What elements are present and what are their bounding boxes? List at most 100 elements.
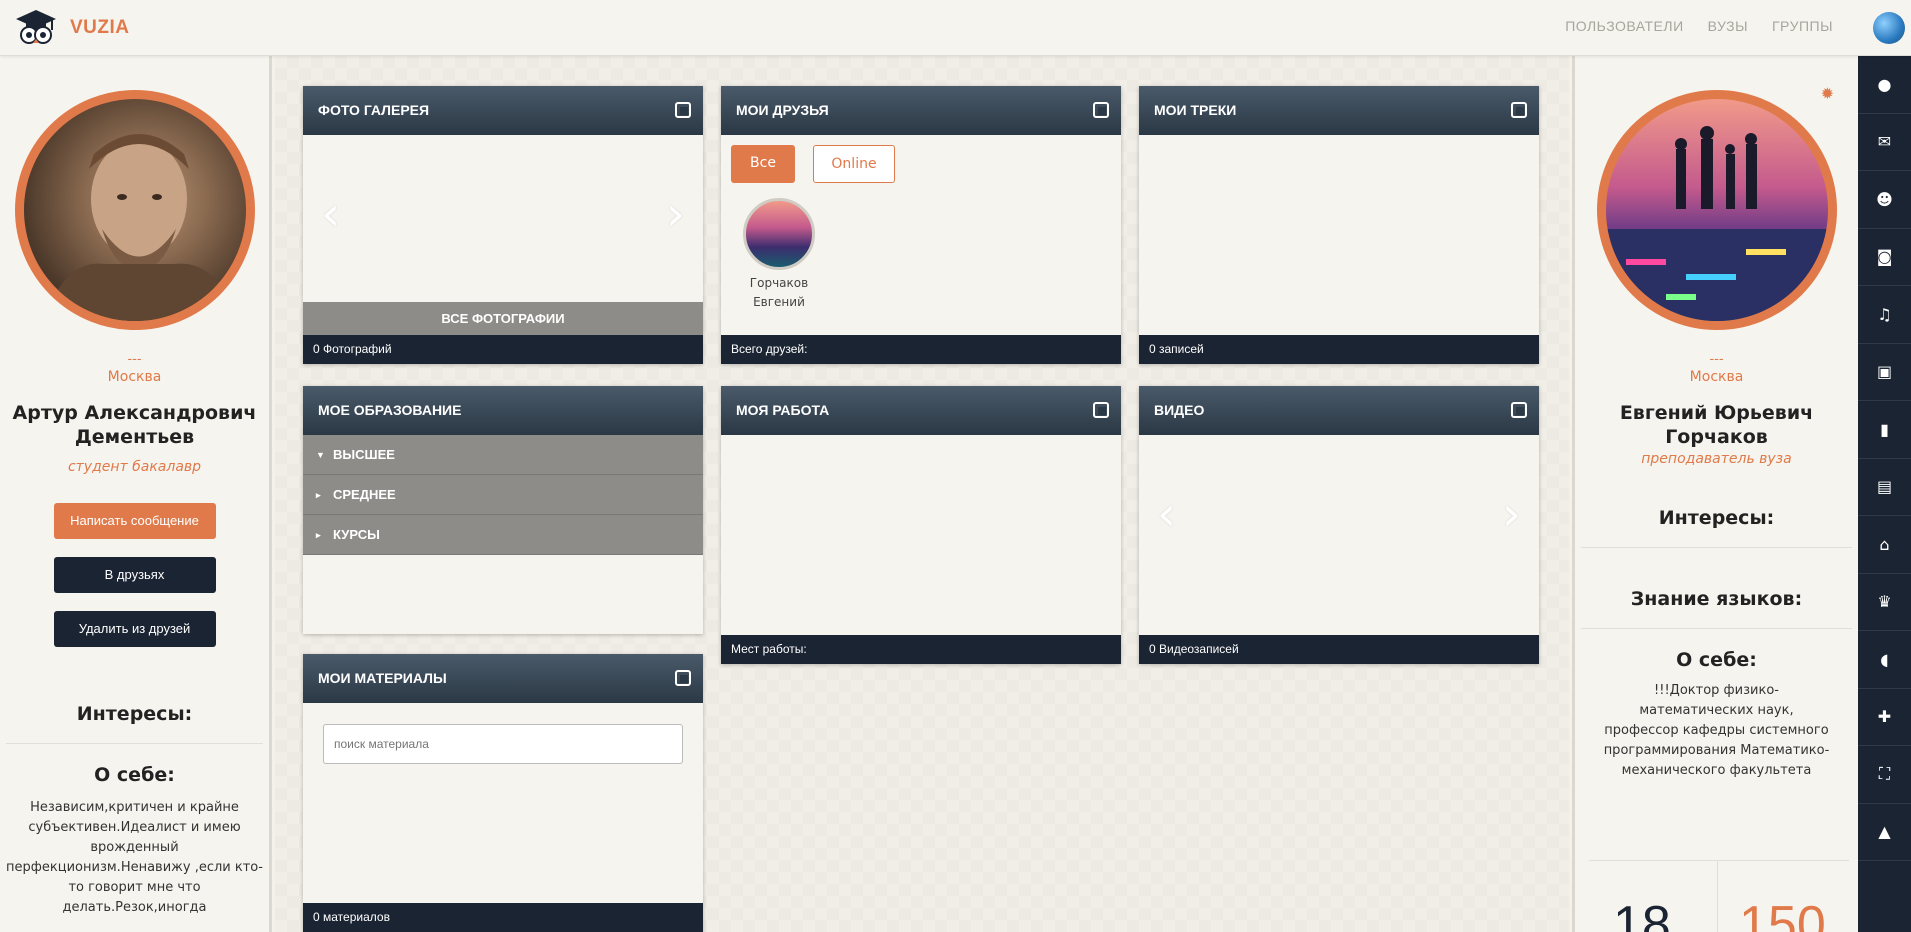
friends-panel: МОИ ДРУЗЬЯ Все Online Горчаков Евгений В… bbox=[721, 86, 1121, 364]
city: Москва bbox=[107, 369, 162, 385]
logo[interactable]: VUZIA bbox=[14, 8, 130, 48]
panel-title-text: ВИДЕО bbox=[1154, 402, 1205, 418]
panel-footer: 0 Фотографий bbox=[303, 335, 703, 364]
user-icon[interactable]: ● bbox=[1858, 56, 1911, 114]
caret-right-icon: ▸ bbox=[316, 490, 321, 500]
panel-title: МОЕ ОБРАЗОВАНИЕ bbox=[303, 386, 703, 435]
owl-graduation-cap-icon bbox=[14, 8, 58, 48]
location-dashes: --- bbox=[127, 352, 142, 367]
education-row-higher[interactable]: ▼ ВЫСШЕЕ bbox=[303, 435, 703, 475]
panel-title-text: МОЯ РАБОТА bbox=[736, 402, 830, 418]
music-icon[interactable]: ♫ bbox=[1858, 286, 1911, 344]
plus-icon[interactable]: ✚ bbox=[1858, 689, 1911, 746]
all-photos-button[interactable]: ВСЕ ФОТОГРАФИИ bbox=[303, 302, 703, 335]
save-icon[interactable]: ▣ bbox=[1858, 344, 1911, 401]
education-panel: МОЕ ОБРАЗОВАНИЕ ▼ ВЫСШЕЕ ▸ СРЕДНЕЕ ▸ КУРСЫ bbox=[303, 386, 703, 634]
panel-footer: 0 материалов bbox=[303, 903, 703, 932]
about-text: Независим,критичен и крайне субъективен.… bbox=[6, 800, 263, 915]
photo-gallery-panel: ФОТО ГАЛЕРЕЯ ‹ › ВСЕ ФОТОГРАФИИ 0 Фотогр… bbox=[303, 86, 703, 364]
caret-down-icon: ▼ bbox=[316, 450, 325, 460]
tab-all[interactable]: Все bbox=[731, 145, 795, 183]
panel-footer: Всего друзей: bbox=[721, 335, 1121, 364]
next-arrow-icon[interactable]: › bbox=[1502, 486, 1521, 542]
panel-title: МОЯ РАБОТА bbox=[721, 386, 1121, 435]
mail-icon[interactable]: ✉ bbox=[1858, 114, 1911, 171]
camera-icon[interactable]: ◙ bbox=[1858, 229, 1911, 286]
education-row-label: КУРСЫ bbox=[333, 527, 380, 542]
education-row-secondary[interactable]: ▸ СРЕДНЕЕ bbox=[303, 475, 703, 515]
friend-name-line2: Евгений bbox=[753, 295, 805, 309]
panel-title-text: ФОТО ГАЛЕРЕЯ bbox=[318, 102, 430, 118]
expand-icon[interactable] bbox=[1511, 102, 1527, 118]
avatar bbox=[1596, 90, 1837, 330]
top-bar: VUZIA ПОЛЬЗОВАТЕЛИ ВУЗЫ ГРУППЫ bbox=[0, 0, 1911, 56]
in-friends-button[interactable]: В друзьях bbox=[53, 557, 216, 593]
profile-name: Артур Александрович Дементьев bbox=[0, 401, 269, 449]
panel-title: МОИ ДРУЗЬЯ bbox=[721, 86, 1121, 135]
divider bbox=[1581, 547, 1852, 548]
gear-icon[interactable]: ✹ bbox=[1821, 84, 1834, 103]
tracks-panel: МОИ ТРЕКИ 0 записей bbox=[1139, 86, 1539, 364]
home-icon[interactable]: ⌂ bbox=[1858, 516, 1911, 574]
document-icon[interactable]: ▤ bbox=[1858, 459, 1911, 516]
nav-groups[interactable]: ГРУППЫ bbox=[1772, 18, 1833, 34]
stat-value: 150 bbox=[1739, 896, 1826, 932]
education-row-courses[interactable]: ▸ КУРСЫ bbox=[303, 515, 703, 555]
location-dashes: --- bbox=[1709, 352, 1724, 367]
friend-avatar[interactable] bbox=[743, 198, 815, 270]
friend-item[interactable]: Горчаков Евгений bbox=[743, 198, 815, 312]
panel-title: ВИДЕО bbox=[1139, 386, 1539, 435]
expand-icon[interactable] bbox=[675, 102, 691, 118]
expand-icon[interactable] bbox=[1511, 402, 1527, 418]
education-row-label: ВЫСШЕЕ bbox=[333, 447, 395, 462]
work-panel: МОЯ РАБОТА Мест работы: bbox=[721, 386, 1121, 664]
prev-arrow-icon[interactable]: ‹ bbox=[1157, 486, 1176, 542]
panel-title-text: МОЕ ОБРАЗОВАНИЕ bbox=[318, 402, 462, 418]
panel-title-text: МОИ МАТЕРИАЛЫ bbox=[318, 670, 447, 686]
stats-divider bbox=[1717, 861, 1718, 932]
profile-role: преподаватель вуза bbox=[1641, 451, 1792, 467]
panel-title: ФОТО ГАЛЕРЕЯ bbox=[303, 86, 703, 135]
avatar bbox=[14, 90, 255, 330]
mouse-icon[interactable]: ◖ bbox=[1858, 631, 1911, 689]
right-icon-bar: ● ✉ ☻ ◙ ♫ ▣ ▮ ▤ ⌂ ♛ ◖ ✚ ⛶ ▲ bbox=[1858, 56, 1911, 932]
about-text: !!!Доктор физико-математических наук, пр… bbox=[1603, 683, 1830, 778]
nav-users[interactable]: ПОЛЬЗОВАТЕЛИ bbox=[1565, 18, 1683, 34]
logo-text: VUZIA bbox=[70, 17, 130, 38]
about-title: О себе: bbox=[1676, 649, 1757, 671]
globe-icon[interactable] bbox=[1873, 12, 1905, 44]
prev-arrow-icon[interactable]: ‹ bbox=[321, 186, 340, 242]
profile-name-line2: Дементьев bbox=[74, 426, 195, 448]
video-panel: ВИДЕО ‹ › 0 Видеозаписей bbox=[1139, 386, 1539, 664]
material-search-input[interactable] bbox=[323, 724, 683, 764]
profile-name-line1: Евгений Юрьевич bbox=[1619, 402, 1814, 424]
tab-online[interactable]: Online bbox=[813, 145, 895, 183]
stats: 18 150 bbox=[1589, 860, 1849, 932]
expand-icon[interactable] bbox=[1093, 102, 1109, 118]
divider bbox=[6, 743, 263, 744]
trophy-icon[interactable]: ♛ bbox=[1858, 574, 1911, 631]
expand-icon[interactable] bbox=[675, 670, 691, 686]
panel-footer: 0 записей bbox=[1139, 335, 1539, 364]
send-message-button[interactable]: Написать сообщение bbox=[53, 503, 216, 539]
expand-icon[interactable]: ⛶ bbox=[1858, 746, 1911, 804]
caret-right-icon: ▸ bbox=[316, 530, 321, 540]
profile-name: Евгений Юрьевич Горчаков bbox=[1575, 401, 1858, 449]
group-icon[interactable]: ☻ bbox=[1858, 171, 1911, 229]
stat-value: 18 bbox=[1613, 896, 1671, 932]
expand-icon[interactable] bbox=[1093, 402, 1109, 418]
left-profile: --- Москва Артур Александрович Дементьев… bbox=[0, 56, 272, 932]
panel-title-text: МОИ ТРЕКИ bbox=[1154, 102, 1237, 118]
friend-name-line1: Горчаков bbox=[749, 276, 809, 290]
book-icon[interactable]: ▮ bbox=[1858, 401, 1911, 459]
materials-panel: МОИ МАТЕРИАЛЫ 0 материалов bbox=[303, 654, 703, 932]
lock-icon[interactable]: ▲ bbox=[1858, 804, 1911, 861]
nav-universities[interactable]: ВУЗЫ bbox=[1708, 18, 1748, 34]
remove-friend-button[interactable]: Удалить из друзей bbox=[53, 611, 216, 647]
panel-title: МОИ ТРЕКИ bbox=[1139, 86, 1539, 135]
panel-title: МОИ МАТЕРИАЛЫ bbox=[303, 654, 703, 703]
languages-title: Знание языков: bbox=[1630, 588, 1803, 610]
panel-footer: Мест работы: bbox=[721, 635, 1121, 664]
right-profile: ✹ --- Москва Евгений Юрьевич Горчаков пр… bbox=[1572, 56, 1858, 932]
next-arrow-icon[interactable]: › bbox=[666, 186, 685, 242]
